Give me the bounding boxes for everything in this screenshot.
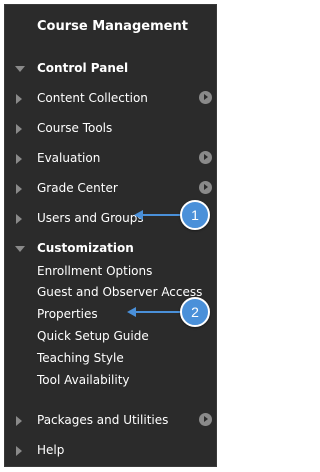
submenu-teaching-style[interactable]: Teaching Style <box>37 351 124 365</box>
menu-item-label: Course Tools <box>37 121 113 135</box>
menu-item-label: Customization <box>37 241 134 255</box>
menu-item-label: Packages and Utilities <box>37 413 169 427</box>
collapsed-arrow-icon <box>16 154 22 164</box>
control-panel-header[interactable]: Control Panel <box>5 59 216 79</box>
menu-item-content-collection[interactable]: Content Collection <box>5 89 216 109</box>
expanded-arrow-icon <box>15 246 25 252</box>
expanded-arrow-icon <box>15 66 25 72</box>
menu-item-course-tools[interactable]: Course Tools <box>5 119 216 139</box>
go-arrow-icon[interactable] <box>199 413 212 426</box>
callout-line <box>135 311 182 313</box>
collapsed-arrow-icon <box>16 94 22 104</box>
go-arrow-icon[interactable] <box>199 151 212 164</box>
go-arrow-icon[interactable] <box>199 181 212 194</box>
menu-item-label: Content Collection <box>37 91 148 105</box>
callout-badge-2: 2 <box>180 297 210 327</box>
menu-item-label: Help <box>37 443 65 457</box>
menu-item-label: Users and Groups <box>37 211 144 225</box>
menu-item-label: Evaluation <box>37 151 101 165</box>
submenu-properties[interactable]: Properties <box>37 307 98 321</box>
submenu-guest-observer-access[interactable]: Guest and Observer Access <box>37 285 202 299</box>
control-panel-label: Control Panel <box>37 61 129 75</box>
submenu-quick-setup-guide[interactable]: Quick Setup Guide <box>37 329 149 343</box>
go-arrow-icon[interactable] <box>199 91 212 104</box>
collapsed-arrow-icon <box>16 446 22 456</box>
submenu-enrollment-options[interactable]: Enrollment Options <box>37 264 152 278</box>
submenu-tool-availability[interactable]: Tool Availability <box>37 373 130 387</box>
callout-line <box>142 214 182 216</box>
menu-item-evaluation[interactable]: Evaluation <box>5 149 216 169</box>
menu-item-help[interactable]: Help <box>5 441 216 461</box>
course-management-panel: Course Management Control Panel Content … <box>4 4 217 467</box>
menu-item-packages-and-utilities[interactable]: Packages and Utilities <box>5 411 216 431</box>
panel-title: Course Management <box>37 19 188 34</box>
callout-badge-1: 1 <box>180 200 210 230</box>
collapsed-arrow-icon <box>16 416 22 426</box>
menu-item-customization[interactable]: Customization <box>5 239 216 259</box>
collapsed-arrow-icon <box>16 214 22 224</box>
menu-item-grade-center[interactable]: Grade Center <box>5 179 216 199</box>
menu-item-label: Grade Center <box>37 181 118 195</box>
collapsed-arrow-icon <box>16 124 22 134</box>
collapsed-arrow-icon <box>16 184 22 194</box>
